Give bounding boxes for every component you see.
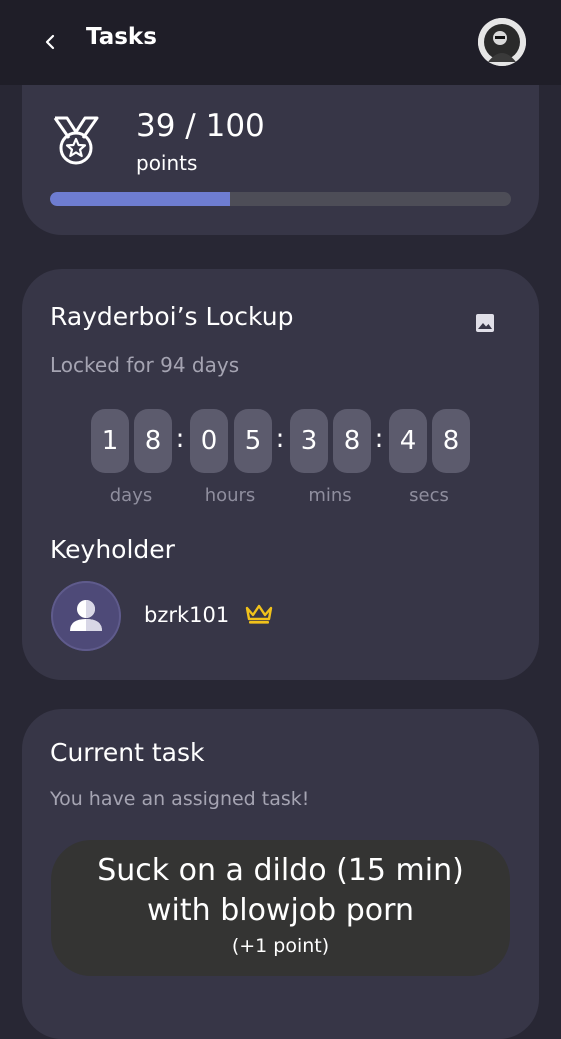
timer-digit: 8 [134,409,172,473]
timer-unit-secs: secs [409,485,449,506]
timer-digit: 8 [432,409,470,473]
task-description-box[interactable]: Suck on a dildo (15 min) with blowjob po… [51,840,510,976]
top-bar: Tasks [0,0,561,85]
points-label: points [136,151,198,175]
task-text-line-2: with blowjob porn [147,893,414,928]
task-text-line-1: Suck on a dildo (15 min) [97,853,464,888]
timer-digit: 8 [333,409,371,473]
lock-name: Rayderboi’s Lockup [50,302,294,331]
timer-digit: 0 [190,409,228,473]
timer-unit-mins: mins [308,485,352,506]
locked-duration: Locked for 94 days [50,353,240,377]
current-task-heading: Current task [50,738,205,767]
user-avatar-icon[interactable] [478,18,526,66]
page-title: Tasks [86,24,157,50]
points-value: 39 / 100 [136,108,265,144]
timer-unit-days: days [109,485,153,506]
crown-icon [244,602,274,626]
chevron-left-icon[interactable] [38,28,62,56]
timer-digit: 4 [389,409,427,473]
keyholder-name: bzrk101 [144,603,230,627]
timer-unit-hours: hours [204,485,256,506]
image-icon[interactable] [474,312,496,334]
timer-separator: : [175,424,185,454]
task-points: (+1 point) [231,935,330,957]
timer-digit: 3 [290,409,328,473]
progress-fill [50,192,230,206]
points-progress-bar [50,192,511,206]
current-task-subtitle: You have an assigned task! [50,788,310,810]
timer-separator: : [374,424,384,454]
timer-separator: : [275,424,285,454]
medal-icon [49,114,103,168]
timer-digit: 1 [91,409,129,473]
keyholder-heading: Keyholder [50,535,175,564]
keyholder-avatar[interactable] [51,581,121,651]
timer-digit: 5 [234,409,272,473]
task-text: Suck on a dildo (15 min) with blowjob po… [51,851,510,931]
